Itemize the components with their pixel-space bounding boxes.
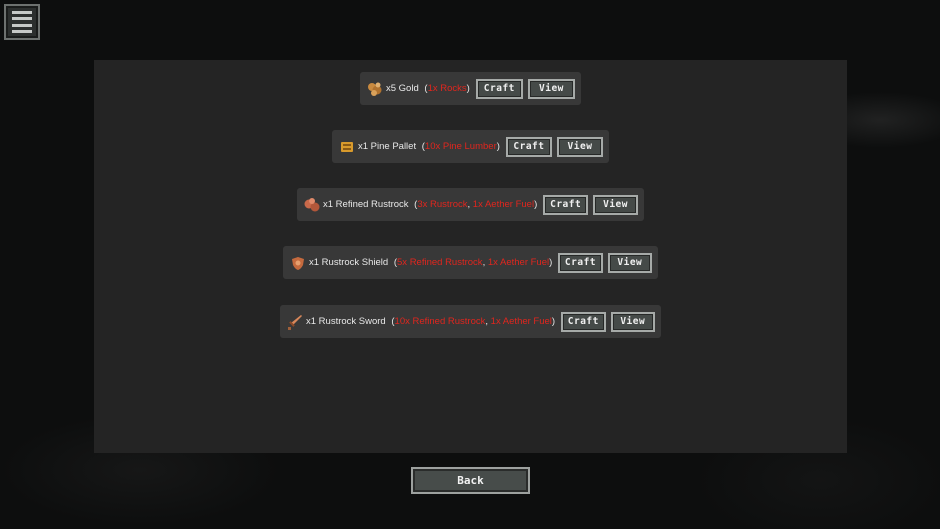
recipe-row: x1 Rustrock Sword (10x Refined Rustrock,… xyxy=(280,305,661,338)
recipe-row: x5 Gold (1x Rocks) Craft View xyxy=(360,72,581,105)
craft-button[interactable]: Craft xyxy=(505,136,552,157)
recipe-output: x1 Pine Pallet xyxy=(358,141,417,152)
craft-button[interactable]: Craft xyxy=(543,194,589,215)
hamburger-menu-icon xyxy=(12,11,32,33)
recipe-requirement: 5x Refined Rustrock xyxy=(397,257,483,268)
sword-icon xyxy=(286,313,304,331)
shield-icon xyxy=(289,254,307,272)
rustrock-icon xyxy=(303,196,321,214)
view-button[interactable]: View xyxy=(556,136,603,157)
menu-button[interactable] xyxy=(4,4,40,40)
view-button[interactable]: View xyxy=(607,252,652,273)
crafting-panel: x5 Gold (1x Rocks) Craft View x1 Pine Pa… xyxy=(94,60,847,453)
recipe-requirement: 10x Refined Rustrock xyxy=(394,316,486,327)
craft-button[interactable]: Craft xyxy=(558,252,603,273)
recipe-output: x1 Refined Rustrock xyxy=(323,199,409,210)
recipe-row: x1 Refined Rustrock (3x Rustrock, 1x Aet… xyxy=(297,188,644,221)
craft-button[interactable]: Craft xyxy=(475,78,523,99)
view-button[interactable]: View xyxy=(593,194,638,215)
recipe-requirement: 1x Aether Fuel xyxy=(490,316,552,327)
recipe-requirement: 3x Rustrock xyxy=(417,199,468,210)
recipe-output: x1 Rustrock Sword xyxy=(306,316,386,327)
recipe-requirement: 10x Pine Lumber xyxy=(424,141,497,152)
craft-button[interactable]: Craft xyxy=(561,311,606,332)
recipe-row: x1 Pine Pallet (10x Pine Lumber) Craft V… xyxy=(332,130,609,163)
recipe-requirement: 1x Aether Fuel xyxy=(487,257,550,268)
recipe-row: x1 Rustrock Shield (5x Refined Rustrock,… xyxy=(283,246,658,279)
recipe-requirement: 1x Rocks xyxy=(427,83,467,94)
pine-pallet-icon xyxy=(338,138,356,156)
view-button[interactable]: View xyxy=(527,78,575,99)
gold-ore-icon xyxy=(366,80,384,98)
recipe-requirement: 1x Aether Fuel xyxy=(472,199,535,210)
back-button[interactable]: Back xyxy=(411,467,530,494)
recipe-output: x1 Rustrock Shield xyxy=(309,257,389,268)
recipe-output: x5 Gold xyxy=(386,83,419,94)
view-button[interactable]: View xyxy=(610,311,655,332)
